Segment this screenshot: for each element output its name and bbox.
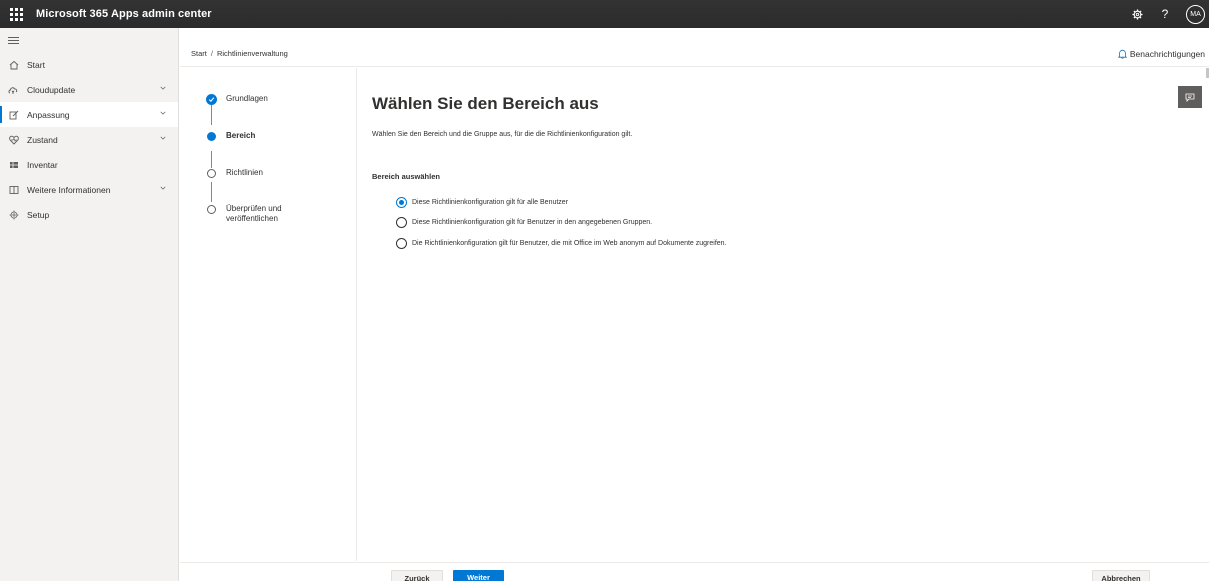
wizard-step-richtlinien[interactable]: Richtlinien xyxy=(206,168,263,179)
avatar[interactable]: MA xyxy=(1186,4,1205,24)
page-description: Wählen Sie den Bereich und die Gruppe au… xyxy=(372,131,633,138)
step-connector xyxy=(211,151,212,168)
main-content: Wählen Sie den Bereich aus Wählen Sie de… xyxy=(358,68,1209,561)
breadcrumb-item-start[interactable]: Start xyxy=(191,49,207,58)
scope-option-anonymous[interactable]: Die Richtlinienkonfiguration gilt für Be… xyxy=(396,238,727,249)
sidebar-item-label: Start xyxy=(27,59,45,70)
sidebar-item-setup[interactable]: Setup xyxy=(0,202,178,227)
sidebar-item-inventar[interactable]: Inventar xyxy=(0,152,178,177)
cloud-update-icon xyxy=(8,84,19,95)
notifications-button[interactable]: Benachrichtigungen xyxy=(1117,40,1205,67)
breadcrumb-item-current: Richtlinienverwaltung xyxy=(216,48,288,58)
top-bar: Microsoft 365 Apps admin center ? MA xyxy=(0,0,1209,28)
sidebar-item-start[interactable]: Start xyxy=(0,52,178,77)
waffle-icon[interactable] xyxy=(0,0,32,28)
step-connector xyxy=(211,182,212,202)
pending-step-icon xyxy=(207,205,216,214)
sidebar-item-zustand[interactable]: Zustand xyxy=(0,127,178,152)
chevron-down-icon[interactable] xyxy=(160,185,166,191)
wizard-steps: Grundlagen Bereich Richtlinien Überprüfe… xyxy=(180,68,357,561)
left-nav: Start Cloudupdate Anpassung Zustand Inve… xyxy=(0,28,179,581)
radio-button[interactable] xyxy=(396,238,407,249)
sidebar-item-weitere-informationen[interactable]: Weitere Informationen xyxy=(0,177,178,202)
question-icon[interactable]: ? xyxy=(1154,3,1176,25)
scope-option-all-users[interactable]: Diese Richtlinienkonfiguration gilt für … xyxy=(396,197,568,208)
radio-button[interactable] xyxy=(396,217,407,228)
wizard-step-label: Bereich xyxy=(226,131,256,140)
chevron-down-icon[interactable] xyxy=(160,135,166,141)
wizard-step-label: Richtlinien xyxy=(226,168,263,177)
checkmark-icon xyxy=(206,94,217,105)
sidebar-item-label: Weitere Informationen xyxy=(27,184,111,195)
health-icon xyxy=(8,134,19,145)
sidebar-item-anpassung[interactable]: Anpassung xyxy=(0,102,178,127)
feedback-icon[interactable] xyxy=(1178,86,1202,108)
setup-icon xyxy=(8,209,19,220)
notifications-label: Benachrichtigungen xyxy=(1129,48,1205,59)
back-button[interactable]: Zurück xyxy=(391,570,443,581)
home-icon xyxy=(8,59,19,70)
radio-label[interactable]: Diese Richtlinienkonfiguration gilt für … xyxy=(412,219,652,226)
inventory-icon xyxy=(8,159,19,170)
wizard-step-label: Grundlagen xyxy=(226,94,268,103)
book-icon xyxy=(8,184,19,195)
sidebar-item-label: Zustand xyxy=(27,134,58,145)
wizard-step-bereich[interactable]: Bereich xyxy=(206,131,255,142)
gear-icon[interactable] xyxy=(1126,3,1148,25)
bell-icon xyxy=(1117,49,1127,59)
app-title[interactable]: Microsoft 365 Apps admin center xyxy=(36,8,212,20)
breadcrumb-separator: / xyxy=(210,48,213,58)
radio-label[interactable]: Die Richtlinienkonfiguration gilt für Be… xyxy=(412,240,727,247)
chevron-down-icon[interactable] xyxy=(160,85,166,91)
pending-step-icon xyxy=(207,169,216,178)
wizard-step-grundlagen[interactable]: Grundlagen xyxy=(206,94,268,105)
breadcrumb: Start / Richtlinienverwaltung Benachrich… xyxy=(180,40,1209,67)
sidebar-item-cloudupdate[interactable]: Cloudupdate xyxy=(0,77,178,102)
next-button[interactable]: Weiter xyxy=(453,570,504,581)
scope-option-groups[interactable]: Diese Richtlinienkonfiguration gilt für … xyxy=(396,217,652,228)
sidebar-item-label: Anpassung xyxy=(27,109,70,120)
sidebar-item-label: Inventar xyxy=(27,159,58,170)
step-connector xyxy=(211,105,212,125)
wizard-step-label: Überprüfen und veröffentlichen xyxy=(226,204,282,223)
section-label: Bereich auswählen xyxy=(372,172,440,181)
sidebar-item-label: Setup xyxy=(27,209,50,220)
current-step-icon xyxy=(207,132,216,141)
wizard-step-ueberpruefen[interactable]: Überprüfen und veröffentlichen xyxy=(206,204,306,224)
page-title: Wählen Sie den Bereich aus xyxy=(372,94,599,113)
cancel-button[interactable]: Abbrechen xyxy=(1092,570,1150,581)
radio-button[interactable] xyxy=(396,197,407,208)
chevron-down-icon[interactable] xyxy=(160,110,166,116)
edit-icon xyxy=(8,109,19,120)
sidebar-item-label: Cloudupdate xyxy=(27,84,76,95)
hamburger-icon[interactable] xyxy=(0,28,178,52)
radio-label[interactable]: Diese Richtlinienkonfiguration gilt für … xyxy=(412,199,568,206)
wizard-footer: Zurück Weiter Abbrechen xyxy=(180,562,1209,581)
